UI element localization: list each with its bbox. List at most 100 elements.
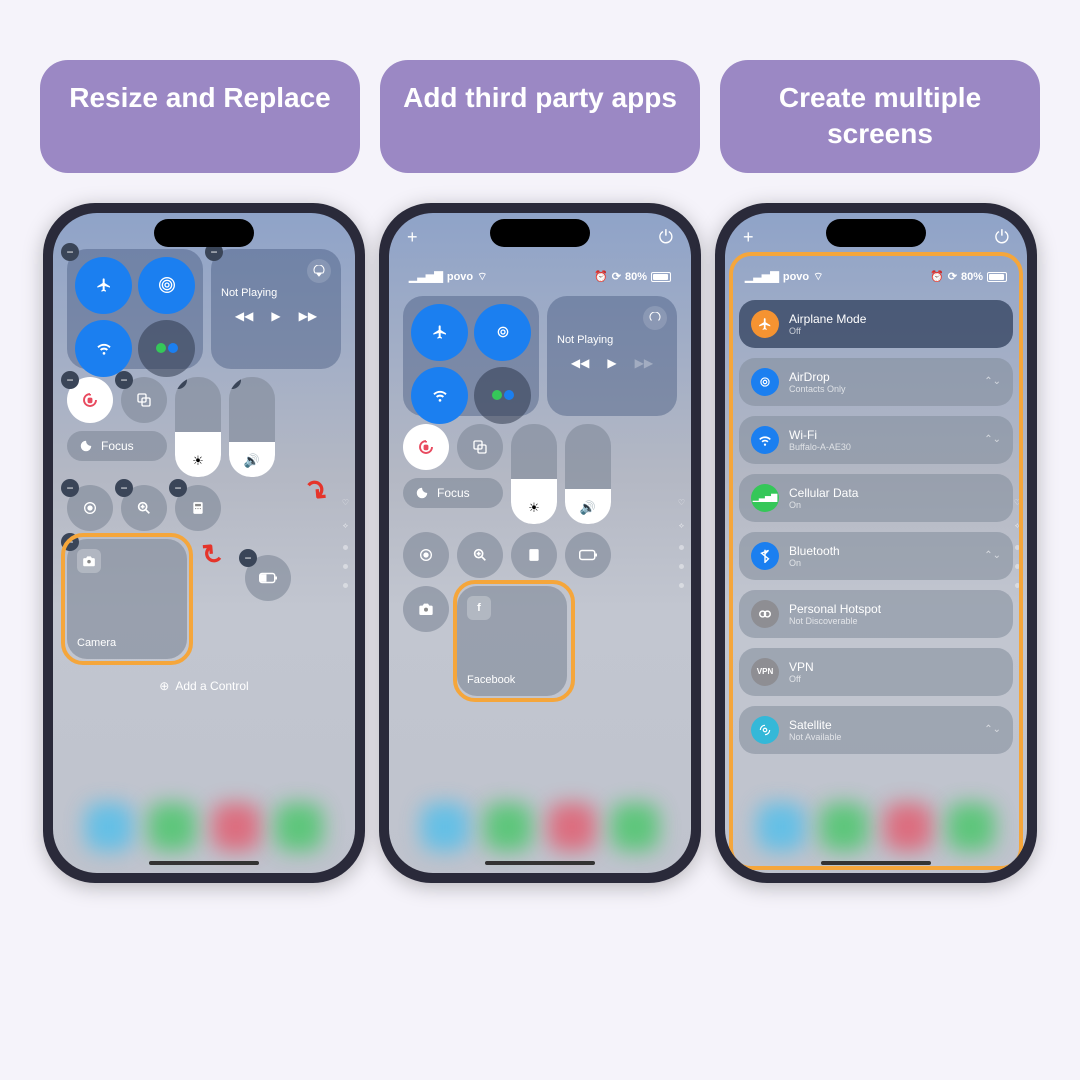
facebook-icon: f [467,596,491,620]
speaker-icon: 🔊 [244,453,260,469]
status-right: ⏰ ⟳ 80% [930,270,1007,283]
airplane-toggle[interactable] [411,304,468,361]
calculator[interactable]: − [175,485,221,531]
orientation-lock[interactable] [403,424,449,470]
remove-badge-icon[interactable]: − [61,533,79,551]
camera-widget[interactable]: − Camera [67,539,187,659]
screen-mirroring[interactable]: − [121,377,167,423]
signal-icon: ▁▃▅▇ [409,270,443,283]
power-icon[interactable]: ⏻ [659,227,673,248]
settings-sub: On [789,558,974,568]
brightness-slider[interactable]: −☀ [175,377,221,477]
media-widget[interactable]: − Not Playing ◀◀ ▶ ▶▶ [211,249,341,369]
orientation-lock[interactable]: − [67,377,113,423]
settings-row-vpn[interactable]: VPN VPNOff [739,648,1013,696]
settings-icon [751,716,779,744]
home-indicator[interactable] [485,861,595,865]
magnifier[interactable]: − [121,485,167,531]
connectivity-group[interactable] [403,296,539,416]
settings-row-wi-fi[interactable]: Wi-FiBuffalo-A-AE30 ⌃⌄ [739,416,1013,464]
airdrop-toggle[interactable] [138,257,195,314]
rewind-icon[interactable]: ◀◀ [235,309,253,323]
focus-button[interactable]: Focus [403,478,503,508]
home-indicator[interactable] [149,861,259,865]
remove-badge-icon[interactable]: − [115,479,133,497]
volume-slider[interactable]: −🔊 [229,377,275,477]
dynamic-island [826,219,926,247]
phone-3: + ⏻ ▁▃▅▇ povo ⌔ ⏰ ⟳ 80% Airplane ModeOff… [715,203,1037,883]
airplay-icon[interactable] [307,259,331,283]
settings-sub: Contacts Only [789,384,974,394]
screen-record[interactable] [403,532,449,578]
camera-label: Camera [77,637,116,649]
add-button[interactable]: + [407,227,418,248]
play-icon[interactable]: ▶ [607,356,616,370]
remove-badge-icon[interactable]: − [115,371,133,389]
page-indicator: ♡ ⟡ [342,498,349,588]
rewind-icon[interactable]: ◀◀ [571,356,589,370]
settings-title: Airplane Mode [789,312,991,326]
magnifier[interactable] [457,532,503,578]
brightness-slider[interactable]: ☀ [511,424,557,524]
camera-icon [77,549,101,573]
low-power[interactable]: − [245,555,291,601]
dock-blur [389,803,691,851]
settings-title: Wi-Fi [789,428,974,442]
remove-badge-icon[interactable]: − [175,377,187,389]
settings-icon [751,426,779,454]
remove-badge-icon[interactable]: − [53,213,65,225]
settings-title: Satellite [789,718,974,732]
airdrop-toggle[interactable] [474,304,531,361]
remove-badge-icon[interactable]: − [61,243,79,261]
settings-row-airplane-mode[interactable]: Airplane ModeOff [739,300,1013,348]
remove-badge-icon[interactable]: − [61,479,79,497]
cellular-bluetooth-toggle[interactable] [138,320,195,377]
settings-sub: Off [789,326,991,336]
add-button[interactable]: + [743,227,754,248]
header-3: Create multiple screens [720,60,1040,173]
wave-icon: ⟡ [1015,521,1020,531]
sun-icon: ☀ [192,453,204,469]
plus-circle-icon: ⊕ [159,679,169,693]
settings-icon [751,310,779,338]
media-widget[interactable]: Not Playing ◀◀▶▶▶ [547,296,677,416]
cellular-bluetooth-toggle[interactable] [474,367,531,424]
settings-row-bluetooth[interactable]: BluetoothOn ⌃⌄ [739,532,1013,580]
settings-row-cellular-data[interactable]: ▁▃▅▇ Cellular DataOn [739,474,1013,522]
remove-badge-icon[interactable]: − [239,549,257,567]
page-indicator: ♡ ⟡ [1014,498,1021,588]
home-indicator[interactable] [821,861,931,865]
settings-row-airdrop[interactable]: AirDropContacts Only ⌃⌄ [739,358,1013,406]
power-icon[interactable]: ⏻ [995,227,1009,248]
airplane-toggle[interactable] [75,257,132,314]
facebook-widget[interactable]: f Facebook [457,586,567,696]
low-power[interactable] [565,532,611,578]
play-icon[interactable]: ▶ [271,309,280,323]
forward-icon[interactable]: ▶▶ [635,356,653,370]
add-control-button[interactable]: ⊕ Add a Control [67,679,341,693]
remove-badge-icon[interactable]: − [61,371,79,389]
settings-row-personal-hotspot[interactable]: Personal HotspotNot Discoverable [739,590,1013,638]
lock-icon: ⟳ [612,270,621,283]
header-2: Add third party apps [380,60,700,173]
wifi-toggle[interactable] [75,320,132,377]
camera-button[interactable] [403,586,449,632]
heart-icon: ♡ [678,498,685,507]
wifi-icon: ⌔ [477,270,487,284]
wifi-toggle[interactable] [411,367,468,424]
remove-badge-icon[interactable]: − [229,377,241,389]
chevron-icon: ⌃⌄ [984,376,1001,387]
volume-slider[interactable]: 🔊 [565,424,611,524]
settings-sub: On [789,500,991,510]
calculator[interactable] [511,532,557,578]
dynamic-island [490,219,590,247]
focus-button[interactable]: −Focus [67,431,167,461]
remove-badge-icon[interactable]: − [169,479,187,497]
connectivity-group[interactable]: − [67,249,203,369]
screen-mirroring[interactable] [457,424,503,470]
status-left: ▁▃▅▇ povo ⌔ [409,270,487,284]
settings-row-satellite[interactable]: SatelliteNot Available ⌃⌄ [739,706,1013,754]
screen-record[interactable]: − [67,485,113,531]
airplay-icon[interactable] [643,306,667,330]
forward-icon[interactable]: ▶▶ [299,309,317,323]
